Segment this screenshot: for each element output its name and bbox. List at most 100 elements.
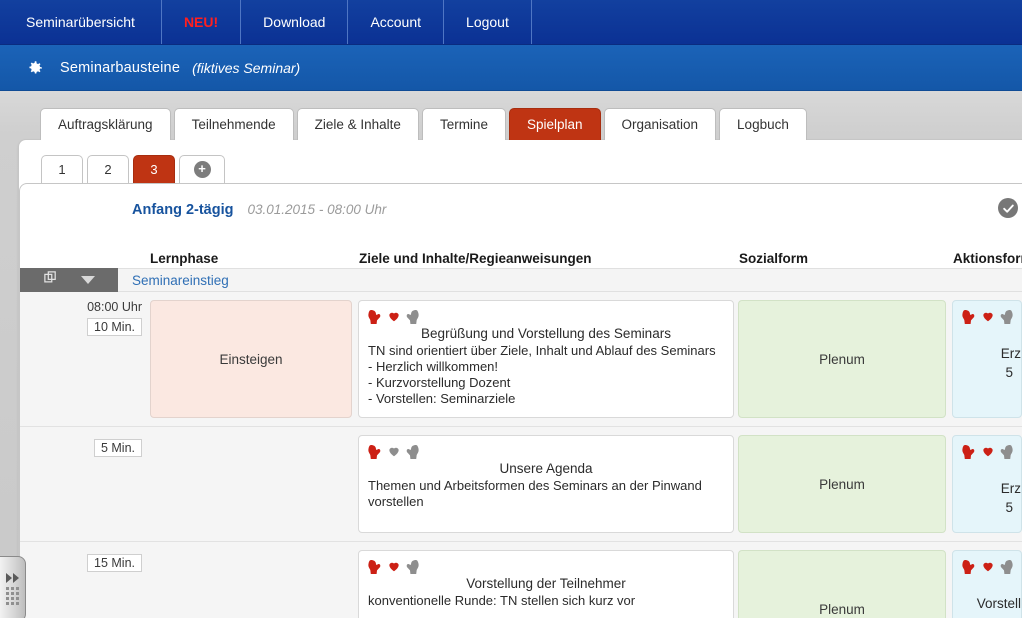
content-box[interactable]: Unsere Agenda Themen und Arbeitsformen d… (358, 435, 734, 533)
content-subtitle: Themen und Arbeitsformen des Seminars an… (368, 478, 724, 510)
duplicate-icon[interactable] (43, 270, 58, 290)
aktionsform-box[interactable]: Vorstell (952, 550, 1022, 618)
row-content-cell: Unsere Agenda Themen und Arbeitsformen d… (358, 427, 738, 541)
heart-icon-red[interactable] (387, 559, 400, 574)
heart-icon-grey[interactable] (387, 444, 400, 459)
nav-item-seminaruebersicht[interactable]: Seminarübersicht (0, 0, 162, 44)
nav-label: Download (263, 14, 325, 30)
tab-logbuch[interactable]: Logbuch (719, 108, 807, 140)
glove-icon-grey[interactable] (406, 559, 419, 574)
nav-item-account[interactable]: Account (348, 0, 444, 44)
aktionsform-box[interactable]: Erz 5 (952, 435, 1022, 533)
row-time-cell: 08:00 Uhr 10 Min. (20, 292, 150, 426)
glove-icon-red[interactable] (962, 309, 975, 324)
day-tab-2[interactable]: 2 (87, 155, 129, 183)
sozialform-label: Plenum (819, 352, 865, 367)
tab-teilnehmende[interactable]: Teilnehmende (174, 108, 294, 140)
tab-auftragsklaerung[interactable]: Auftragsklärung (40, 108, 171, 140)
content-icon-row (368, 308, 724, 324)
nav-item-neu[interactable]: NEU! (162, 0, 241, 44)
plan-date: 03.01.2015 - 08:00 Uhr (248, 202, 387, 217)
aktionsform-box[interactable]: Erz 5 (952, 300, 1022, 418)
tab-label: Logbuch (737, 117, 789, 132)
glove-icon-grey[interactable] (1000, 444, 1013, 459)
tab-termine[interactable]: Termine (422, 108, 506, 140)
nav-item-logout[interactable]: Logout (444, 0, 532, 44)
glove-icon-grey[interactable] (406, 309, 419, 324)
heart-icon-red[interactable] (981, 309, 994, 324)
row-duration[interactable]: 10 Min. (87, 318, 142, 336)
content-subtitle: konventionelle Runde: TN stellen sich ku… (368, 593, 724, 609)
aktionsform-label: Vorstell (962, 596, 1021, 611)
section-tools (20, 268, 118, 292)
row-sozialform-cell: Plenum (738, 427, 952, 541)
nav-item-download[interactable]: Download (241, 0, 348, 44)
caret-down-icon[interactable] (81, 276, 95, 284)
content-title: Begrüßung und Vorstellung des Seminars (368, 326, 724, 341)
aktionsform-label: Erz (962, 481, 1021, 496)
row-duration[interactable]: 15 Min. (87, 554, 142, 572)
nav-label: Logout (466, 14, 509, 30)
column-header-ziele-inhalte: Ziele und Inhalte/Regieanweisungen (359, 251, 592, 266)
glove-icon-grey[interactable] (1000, 309, 1013, 324)
heart-icon-red[interactable] (981, 444, 994, 459)
section-title[interactable]: Seminareinstieg (132, 273, 229, 288)
content-line: - Herzlich willkommen! (368, 359, 724, 375)
lernphase-box[interactable]: Einsteigen (150, 300, 352, 418)
sozialform-label: Plenum (819, 602, 865, 617)
glove-icon-grey[interactable] (406, 444, 419, 459)
heart-icon-red[interactable] (387, 309, 400, 324)
content-box[interactable]: Vorstellung der Teilnehmer konventionell… (358, 550, 734, 618)
glove-icon-red[interactable] (368, 309, 381, 324)
glove-icon-red[interactable] (368, 559, 381, 574)
tab-organisation[interactable]: Organisation (604, 108, 717, 140)
check-circle-icon[interactable] (998, 198, 1018, 218)
content-title: Vorstellung der Teilnehmer (368, 576, 724, 591)
spielplan-rows: 08:00 Uhr 10 Min. Einsteigen (20, 292, 1022, 618)
content-subtitle: TN sind orientiert über Ziele, Inhalt un… (368, 343, 724, 359)
action-icon-row (962, 558, 1021, 574)
glove-icon-red[interactable] (962, 559, 975, 574)
tab-label: Teilnehmende (192, 117, 276, 132)
table-row: 08:00 Uhr 10 Min. Einsteigen (20, 292, 1022, 427)
column-header-sozialform: Sozialform (739, 251, 808, 266)
glove-icon-grey[interactable] (1000, 559, 1013, 574)
nav-label: Account (370, 14, 421, 30)
sidepanel-handle[interactable] (0, 556, 26, 618)
spielplan-panel: Anfang 2-tägig 03.01.2015 - 08:00 Uhr Le… (19, 183, 1022, 618)
plan-header: Anfang 2-tägig 03.01.2015 - 08:00 Uhr (20, 184, 1022, 218)
heart-icon-red[interactable] (981, 559, 994, 574)
row-time-cell: 15 Min. (20, 542, 150, 618)
day-tab-3[interactable]: 3 (133, 155, 175, 183)
row-lernphase-cell (150, 427, 358, 541)
sub-header-subtitle: (fiktives Seminar) (192, 60, 300, 76)
row-lernphase-cell (150, 542, 358, 618)
content-box[interactable]: Begrüßung und Vorstellung des Seminars T… (358, 300, 734, 418)
tab-label: Termine (440, 117, 488, 132)
row-aktionsform-cell: Erz 5 (952, 427, 1022, 541)
content-line: - Kurzvorstellung Dozent (368, 375, 724, 391)
gear-icon[interactable] (26, 59, 44, 77)
plan-title: Anfang 2-tägig (132, 202, 234, 218)
sub-header-title: Seminarbausteine (60, 60, 180, 76)
glove-icon-red[interactable] (962, 444, 975, 459)
row-duration[interactable]: 5 Min. (94, 439, 142, 457)
top-navigation-bar: Seminarübersicht NEU! Download Account L… (0, 0, 1022, 45)
tab-spielplan[interactable]: Spielplan (509, 108, 601, 140)
add-day-tab[interactable]: + (179, 155, 225, 183)
action-icon-row (962, 308, 1021, 324)
content-title: Unsere Agenda (368, 461, 724, 476)
day-tab-1[interactable]: 1 (41, 155, 83, 183)
sozialform-box[interactable]: Plenum (738, 435, 946, 533)
main-tab-strip: Auftragsklärung Teilnehmende Ziele & Inh… (40, 108, 810, 140)
tab-ziele-inhalte[interactable]: Ziele & Inhalte (297, 108, 419, 140)
row-aktionsform-cell: Vorstell (952, 542, 1022, 618)
lernphase-label: Einsteigen (219, 352, 282, 367)
column-header-aktionsform: Aktionsform (953, 251, 1022, 266)
glove-icon-red[interactable] (368, 444, 381, 459)
sozialform-box[interactable]: Plenum (738, 550, 946, 618)
sozialform-box[interactable]: Plenum (738, 300, 946, 418)
row-content-cell: Vorstellung der Teilnehmer konventionell… (358, 542, 738, 618)
section-bar-seminareinstieg: Seminareinstieg (20, 268, 1022, 292)
action-icon-row (962, 443, 1021, 459)
